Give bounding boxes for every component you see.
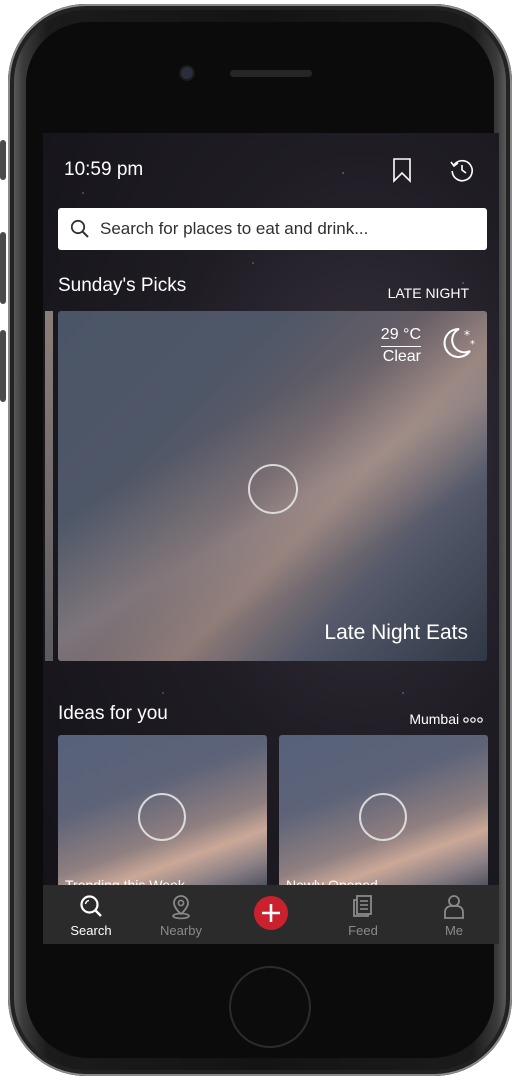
idea-card-newly-opened[interactable]: Newly Opened [279, 735, 488, 895]
add-button[interactable] [254, 896, 288, 930]
weather-condition: Clear [382, 348, 421, 365]
idea-card-trending[interactable]: Trending this Week [58, 735, 267, 895]
tab-search[interactable]: Search [51, 885, 131, 944]
location-pin-icon [172, 895, 190, 920]
tab-label: Me [444, 923, 464, 938]
hero-caption: Late Night Eats [324, 621, 468, 644]
volume-up-button [0, 232, 6, 304]
clock-time: 10:59 pm [64, 159, 144, 180]
previous-card-peek[interactable] [45, 311, 53, 661]
city-selector[interactable]: Mumbai [409, 711, 483, 727]
tab-label: Nearby [160, 923, 202, 938]
three-dots-icon [463, 717, 483, 724]
volume-down-button [0, 330, 6, 402]
search-icon [70, 219, 89, 238]
search-icon [80, 895, 102, 917]
tab-label: Search [70, 923, 112, 938]
temperature: 29 °C [380, 325, 421, 347]
front-camera [181, 67, 193, 79]
tab-feed[interactable]: Feed [323, 885, 403, 944]
loading-spinner [138, 793, 186, 841]
loading-spinner [359, 793, 407, 841]
search-bar[interactable] [58, 208, 487, 250]
search-input[interactable] [98, 218, 462, 240]
ideas-title: Ideas for you [58, 703, 168, 724]
weather-readout: 29 °C Clear [380, 325, 421, 367]
tab-nearby[interactable]: Nearby [141, 885, 221, 944]
feed-icon [353, 895, 372, 917]
moon-stars-icon: * * [443, 327, 475, 358]
history-icon[interactable] [449, 157, 475, 183]
late-night-card[interactable]: 29 °C Clear * * Late Night Eats [58, 311, 487, 661]
home-button[interactable] [229, 966, 311, 1048]
bookmark-icon[interactable] [391, 157, 413, 183]
app-screen: 10:59 pm Sunday's Picks LATE NIGHT 29 °C… [43, 133, 499, 944]
tab-label: Feed [348, 923, 378, 938]
picks-period-link[interactable]: LATE NIGHT [388, 285, 469, 301]
user-icon [444, 895, 464, 919]
loading-spinner [248, 464, 298, 514]
earpiece-speaker [230, 70, 312, 77]
plus-icon [262, 904, 280, 922]
svg-text:*: * [470, 339, 475, 350]
city-name: Mumbai [409, 711, 460, 727]
picks-title: Sunday's Picks [58, 275, 187, 296]
tab-me[interactable]: Me [414, 885, 494, 944]
mute-switch [0, 140, 6, 180]
